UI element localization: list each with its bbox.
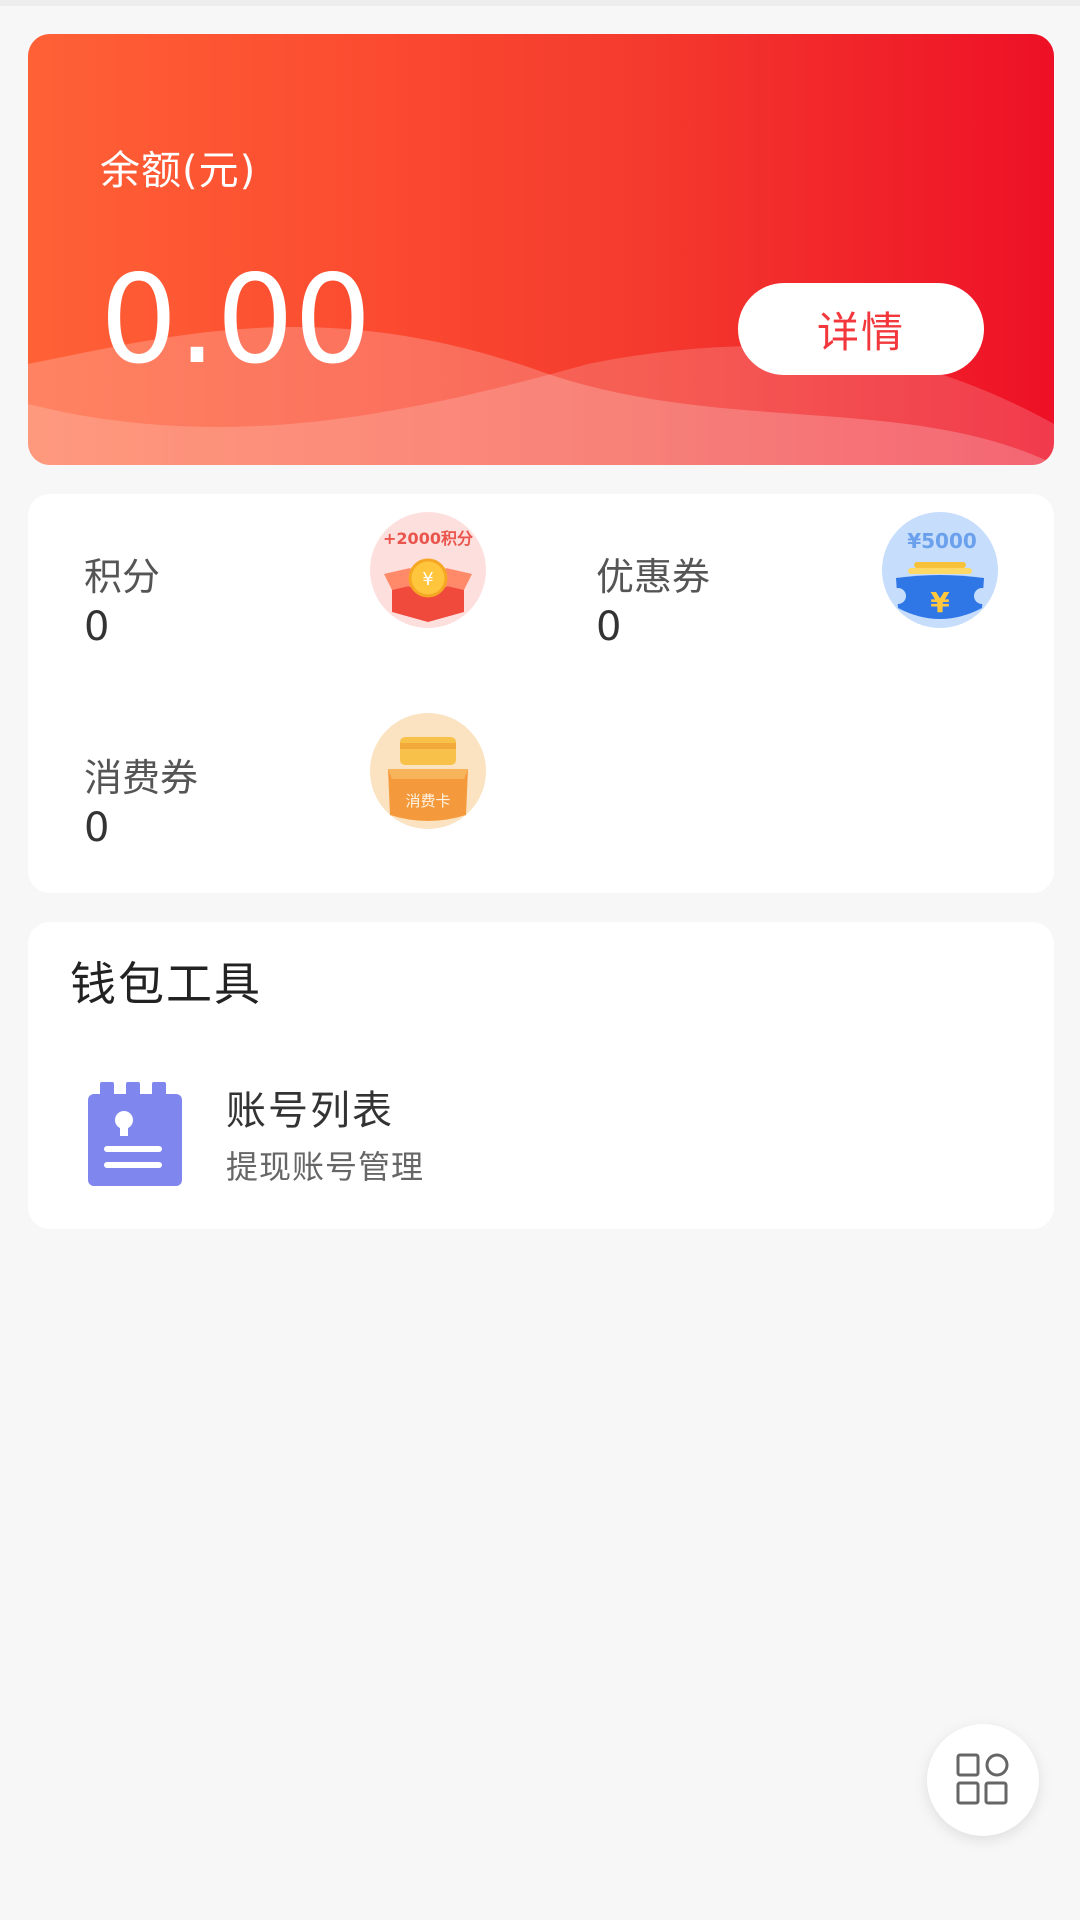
coupon-wallet-icon: ¥5000 ¥: [882, 512, 998, 628]
points-icon-text: +2000积分: [383, 529, 473, 548]
tool-item-account-list[interactable]: 账号列表 提现账号管理: [84, 1082, 684, 1192]
tool-item-title: 账号列表: [226, 1088, 394, 1134]
asset-coupons[interactable]: 优惠券 0 ¥5000 ¥: [596, 512, 1026, 686]
tool-item-subtitle: 提现账号管理: [226, 1148, 425, 1186]
grid-apps-icon: [956, 1753, 1009, 1805]
points-value: 0: [84, 604, 110, 650]
balance-card: 余额(元) 0.00 详情: [28, 34, 1054, 465]
vouchers-value: 0: [84, 805, 110, 851]
asset-points[interactable]: 积分 0 +2000积分 ¥: [84, 512, 514, 686]
consumption-card-box-icon: 消费卡: [370, 713, 486, 829]
points-label: 积分: [84, 555, 161, 599]
detail-button[interactable]: 详情: [738, 283, 984, 375]
wallet-tools-title: 钱包工具: [70, 957, 262, 1011]
svg-text:¥: ¥: [930, 586, 950, 619]
points-gift-box-icon: +2000积分 ¥: [370, 512, 486, 628]
coupons-icon-text: ¥5000: [907, 529, 977, 553]
asset-consumption-vouchers[interactable]: 消费券 0 消费卡: [84, 713, 514, 887]
wallet-tools-card: 钱包工具 账号列表 提现账号管理: [28, 922, 1054, 1229]
balance-label: 余额(元): [100, 148, 257, 194]
vouchers-label: 消费券: [84, 756, 199, 800]
assets-card: 积分 0 +2000积分 ¥ 优惠券 0 ¥5000 ¥ 消费券 0 消费卡: [28, 494, 1054, 893]
coupons-value: 0: [596, 604, 622, 650]
status-strip: [0, 0, 1080, 6]
coupons-label: 优惠券: [596, 555, 711, 599]
balance-amount: 0.00: [100, 249, 372, 391]
account-list-icon: [88, 1082, 182, 1186]
vouchers-icon-text: 消费卡: [405, 792, 450, 810]
grid-menu-button[interactable]: [927, 1724, 1039, 1836]
svg-text:¥: ¥: [422, 569, 433, 590]
